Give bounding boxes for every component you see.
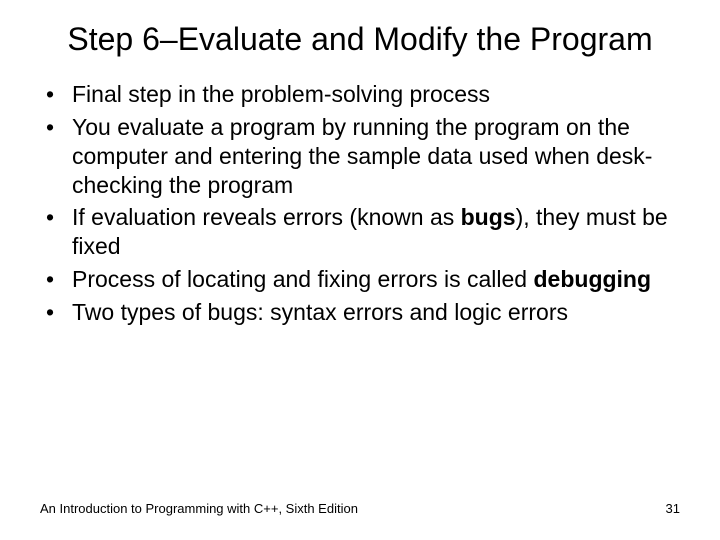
slide-body: Final step in the problem-solving proces… [0,68,720,326]
slide-footer: An Introduction to Programming with C++,… [40,501,680,516]
page-number: 31 [666,501,680,516]
list-item: Final step in the problem-solving proces… [40,80,680,109]
footer-text: An Introduction to Programming with C++,… [40,501,358,516]
slide-title: Step 6–Evaluate and Modify the Program [0,0,720,68]
bullet-list: Final step in the problem-solving proces… [40,80,680,326]
list-item: Process of locating and fixing errors is… [40,265,680,294]
list-item: If evaluation reveals errors (known as b… [40,203,680,261]
list-item: Two types of bugs: syntax errors and log… [40,298,680,327]
slide: Step 6–Evaluate and Modify the Program F… [0,0,720,540]
list-item: You evaluate a program by running the pr… [40,113,680,199]
